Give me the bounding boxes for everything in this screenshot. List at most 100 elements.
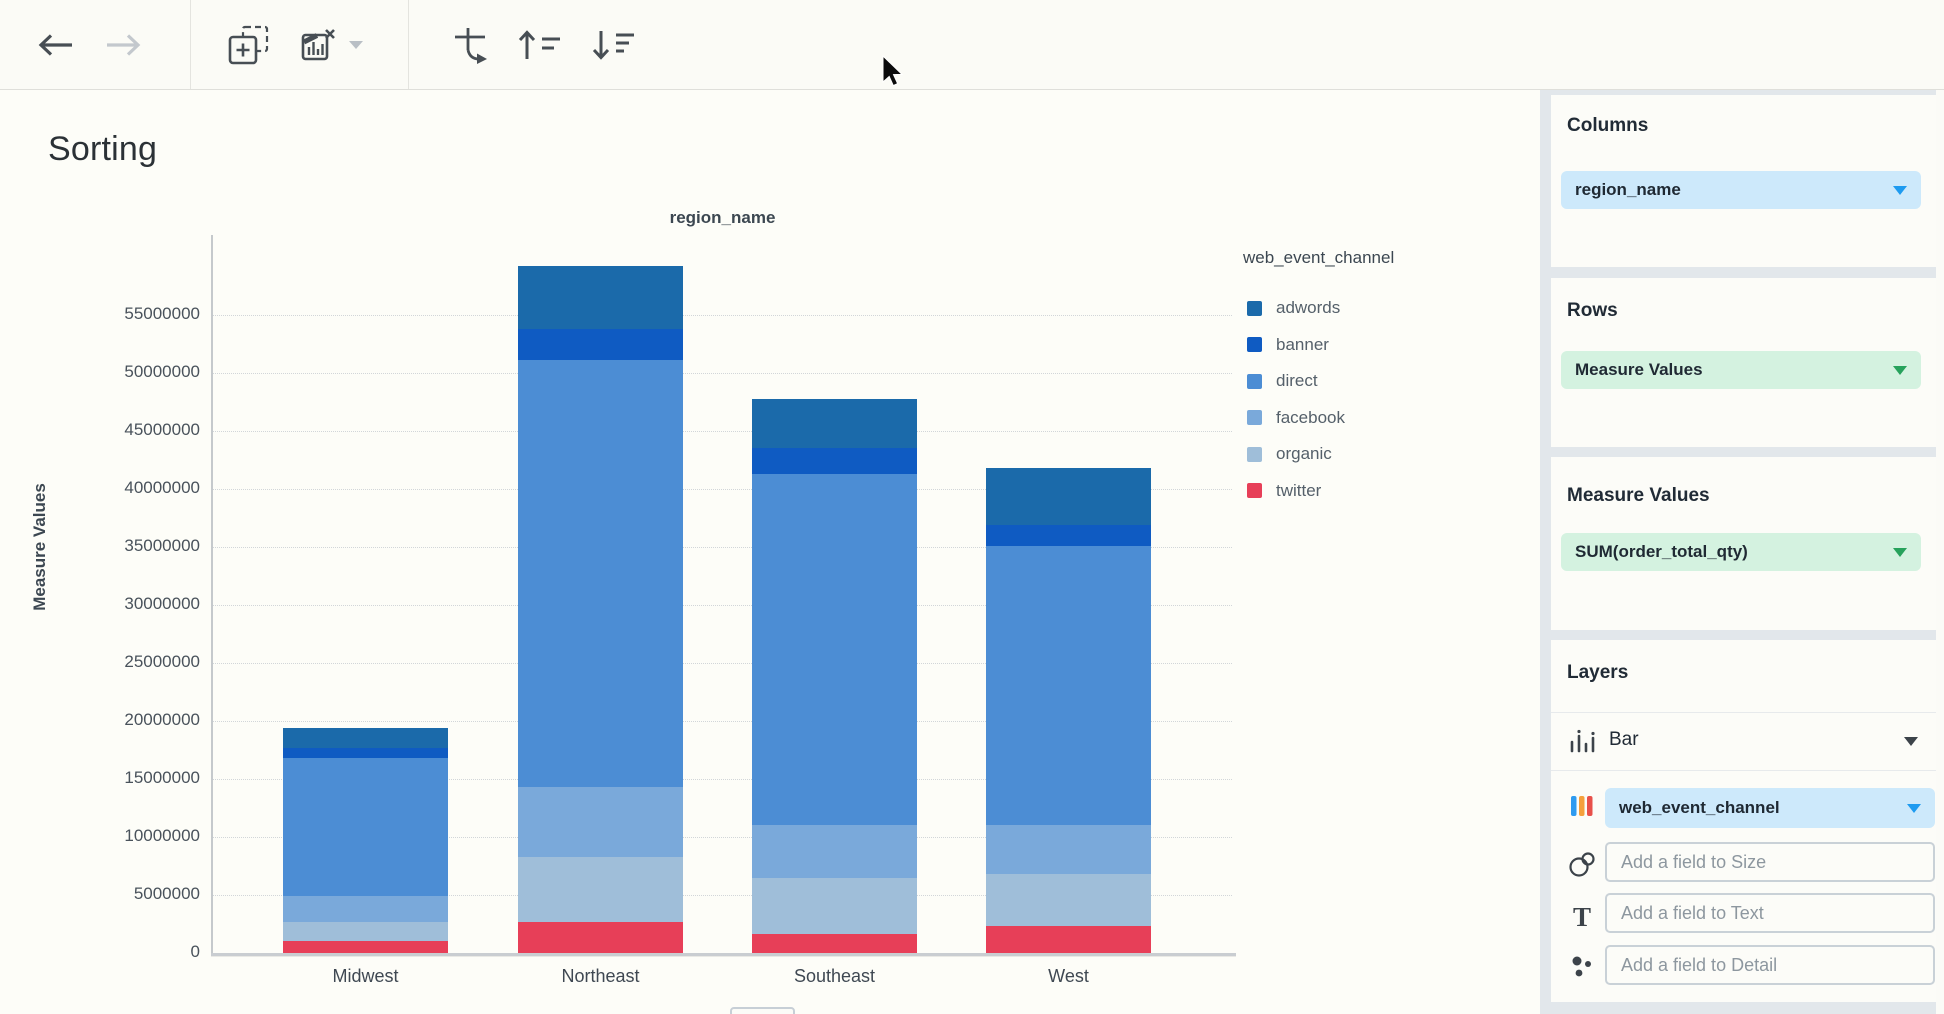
back-button[interactable] [36, 32, 74, 58]
pill-caret-icon[interactable] [1893, 186, 1907, 195]
bar-segment-midwest-adwords[interactable] [283, 728, 448, 748]
rows-card: Rows Measure Values [1551, 278, 1936, 447]
page-title: Sorting [48, 130, 157, 169]
y-tick-label: 40000000 [40, 478, 200, 498]
bar-segment-west-facebook[interactable] [986, 825, 1151, 874]
remove-chart-icon [300, 28, 336, 62]
chart-title: region_name [213, 208, 1232, 228]
bar-segment-midwest-twitter[interactable] [283, 941, 448, 953]
toolbar-divider [190, 0, 191, 89]
color-icon [1565, 796, 1599, 816]
bar-segment-southeast-banner[interactable] [752, 448, 917, 474]
y-tick-label: 50000000 [40, 362, 200, 382]
bar-segment-midwest-organic[interactable] [283, 922, 448, 942]
size-field-input[interactable] [1605, 842, 1935, 882]
toolbar [0, 0, 1944, 90]
legend-item-banner[interactable]: banner [1247, 335, 1329, 355]
legend-item-adwords[interactable]: adwords [1247, 298, 1340, 318]
bar-segment-west-twitter[interactable] [986, 926, 1151, 953]
bar-segment-southeast-direct[interactable] [752, 474, 917, 825]
legend-item-twitter[interactable]: twitter [1247, 481, 1321, 501]
y-tick-label: 30000000 [40, 594, 200, 614]
layers-card: Layers Bar web_event_chan [1551, 640, 1936, 1002]
y-tick-label: 0 [40, 942, 200, 962]
bar-segment-southeast-facebook[interactable] [752, 825, 917, 877]
add-chart-button[interactable] [228, 25, 270, 65]
swap-axes-icon [452, 26, 492, 64]
measure-values-card: Measure Values SUM(order_total_qty) [1551, 457, 1936, 630]
bar-segment-midwest-facebook[interactable] [283, 896, 448, 922]
forward-button[interactable] [105, 32, 143, 58]
measure-values-field-pill[interactable]: SUM(order_total_qty) [1561, 533, 1921, 571]
gridline [213, 315, 1232, 316]
detail-field-input[interactable] [1605, 945, 1935, 985]
legend-swatch-banner [1247, 337, 1262, 352]
rows-field-pill[interactable]: Measure Values [1561, 351, 1921, 389]
text-icon: T [1565, 902, 1599, 933]
gridline [213, 373, 1232, 374]
add-chart-icon [228, 25, 270, 65]
bar-segment-west-banner[interactable] [986, 525, 1151, 546]
y-tick-label: 35000000 [40, 536, 200, 556]
legend-swatch-facebook [1247, 410, 1262, 425]
legend-swatch-direct [1247, 374, 1262, 389]
bar-segment-west-adwords[interactable] [986, 468, 1151, 525]
forward-arrow-icon [105, 32, 143, 58]
bar-segment-northeast-organic[interactable] [518, 857, 683, 922]
legend-item-organic[interactable]: organic [1247, 444, 1332, 464]
pill-caret-icon[interactable] [1907, 804, 1921, 813]
dropdown-caret-icon [348, 40, 364, 50]
bar-segment-northeast-facebook[interactable] [518, 787, 683, 857]
layer-type-row[interactable]: Bar [1551, 712, 1936, 770]
x-tick-label-northeast: Northeast [518, 966, 683, 987]
bar-segment-northeast-twitter[interactable] [518, 922, 683, 953]
partial-bottom-box[interactable] [730, 1007, 795, 1014]
y-tick-label: 15000000 [40, 768, 200, 788]
divider [1551, 770, 1936, 771]
layer-caret-icon[interactable] [1904, 737, 1918, 746]
sort-descending-button[interactable] [592, 29, 636, 61]
x-tick-label-west: West [986, 966, 1151, 987]
remove-chart-button[interactable] [300, 28, 336, 62]
text-field-input[interactable] [1605, 893, 1935, 933]
pill-caret-icon[interactable] [1893, 366, 1907, 375]
bar-segment-northeast-adwords[interactable] [518, 266, 683, 329]
legend-item-facebook[interactable]: facebook [1247, 408, 1345, 428]
color-field-pill[interactable]: web_event_channel [1605, 788, 1935, 828]
measure-values-header: Measure Values [1567, 485, 1710, 507]
sidebar-scrollbar-track[interactable] [1936, 90, 1944, 1014]
y-tick-label: 55000000 [40, 304, 200, 324]
x-tick-label-southeast: Southeast [752, 966, 917, 987]
layers-header: Layers [1567, 662, 1628, 684]
plot-area [213, 235, 1232, 953]
x-tick-label-midwest: Midwest [283, 966, 448, 987]
bar-segment-west-organic[interactable] [986, 874, 1151, 926]
bar-chart-type-icon [1565, 728, 1599, 754]
legend-label: twitter [1276, 481, 1321, 501]
remove-chart-dropdown[interactable] [348, 40, 364, 50]
bar-segment-northeast-direct[interactable] [518, 360, 683, 787]
rows-header: Rows [1567, 300, 1618, 322]
bar-segment-northeast-banner[interactable] [518, 329, 683, 360]
swap-axes-button[interactable] [452, 26, 492, 64]
size-icon [1565, 850, 1599, 878]
sort-ascending-button[interactable] [518, 29, 562, 61]
legend-swatch-twitter [1247, 483, 1262, 498]
y-tick-label: 5000000 [40, 884, 200, 904]
bar-segment-midwest-direct[interactable] [283, 758, 448, 896]
bar-segment-southeast-adwords[interactable] [752, 399, 917, 449]
columns-card: Columns region_name [1551, 95, 1936, 267]
bar-segment-southeast-organic[interactable] [752, 878, 917, 935]
bar-segment-southeast-twitter[interactable] [752, 934, 917, 953]
bar-segment-west-direct[interactable] [986, 546, 1151, 826]
columns-field-pill[interactable]: region_name [1561, 171, 1921, 209]
legend-label: organic [1276, 444, 1332, 464]
legend-label: facebook [1276, 408, 1345, 428]
legend-label: banner [1276, 335, 1329, 355]
pill-caret-icon[interactable] [1893, 548, 1907, 557]
legend-item-direct[interactable]: direct [1247, 371, 1318, 391]
legend-swatch-organic [1247, 447, 1262, 462]
bar-segment-midwest-banner[interactable] [283, 748, 448, 758]
y-tick-label: 25000000 [40, 652, 200, 672]
gridline [213, 431, 1232, 432]
